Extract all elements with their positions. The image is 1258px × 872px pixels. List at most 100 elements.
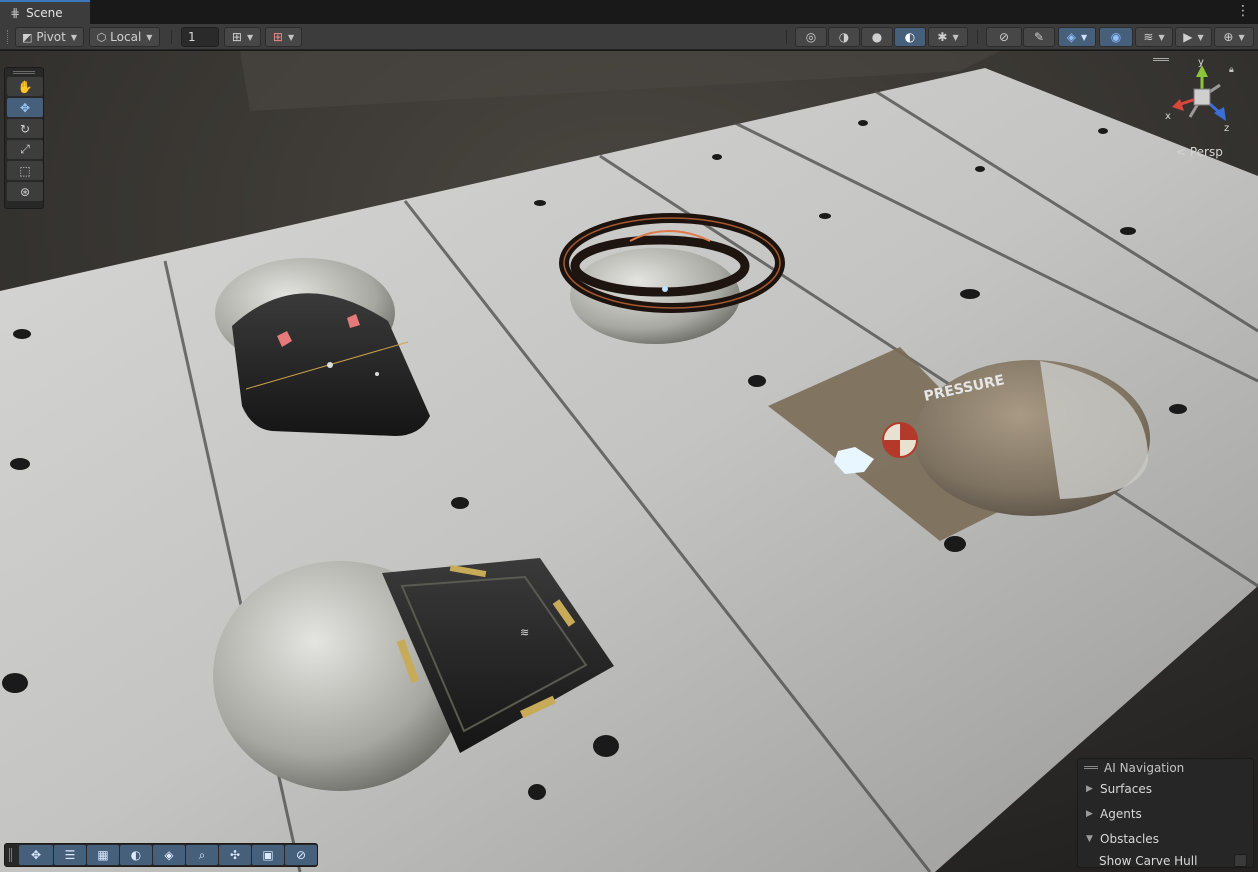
tab-scene[interactable]: ⋕ Scene — [0, 0, 90, 24]
lighting-toggle-button[interactable]: ✎ — [1023, 27, 1055, 47]
unlit-shading-button[interactable]: ● — [861, 27, 893, 47]
local-label: Local — [110, 30, 142, 44]
navmesh-grid-button[interactable]: ▦ — [87, 845, 119, 865]
show-carve-hull-checkbox[interactable] — [1234, 854, 1247, 867]
section-surfaces[interactable]: ▶ Surfaces — [1078, 776, 1253, 801]
tool-palette-grip[interactable] — [13, 71, 35, 74]
toolbar-separator — [171, 30, 172, 44]
effects-toggle-button[interactable]: ◈ ▼ — [1058, 27, 1096, 47]
shaded-wire-sphere-icon: ◑ — [838, 30, 850, 44]
chevron-down-icon: ▼ — [1158, 32, 1165, 42]
pivot-cross-icon: ✣ — [229, 848, 241, 862]
projection-toggle[interactable]: < Persp — [1176, 145, 1223, 159]
tab-strip: ⋕ Scene ⋮ — [0, 0, 1258, 24]
gizmos-dropdown[interactable]: ⊕ ▼ — [1214, 27, 1254, 47]
scene-render: PRESSURE ≋ — [0, 51, 1258, 872]
shaded-wireframe-button[interactable]: ◑ — [828, 27, 860, 47]
increment-snap-button[interactable]: ⊞ ▼ — [265, 27, 302, 47]
gizmo-x-label: x — [1165, 111, 1171, 122]
gizmo-y-label: y — [1198, 57, 1204, 68]
expand-arrow-icon: ▶ — [1086, 783, 1093, 794]
cube-icon: ⬡ — [96, 30, 107, 44]
wireframe-shading-button[interactable]: ◎ — [795, 27, 827, 47]
more-options-icon[interactable]: ⋮ — [1236, 3, 1250, 19]
compass-icon: ⊘ — [295, 848, 307, 862]
camera-settings-button[interactable]: ▶ ▼ — [1175, 27, 1212, 47]
hand-tool-button[interactable]: ✋ — [7, 77, 43, 96]
hand-icon: ✋ — [17, 79, 33, 94]
debug-draw-mode-button[interactable]: ✱ ▼ — [928, 27, 968, 47]
grid-snap-button[interactable]: ⊞ ▼ — [224, 27, 261, 47]
show-carve-hull-row: Show Carve Hull — [1078, 851, 1253, 870]
pivot-dropdown[interactable]: ◩ Pivot ▼ — [15, 27, 84, 47]
grid-size-field[interactable]: 1 — [181, 27, 219, 47]
svg-text:≋: ≋ — [520, 626, 529, 639]
scale-icon: ⤢ — [20, 142, 30, 156]
navmesh-compass-button[interactable]: ⊘ — [285, 845, 317, 865]
navmesh-shading-button[interactable]: ◐ — [120, 845, 152, 865]
overlay-toolbar: ✥ ☰ ▦ ◐ ◈ ⌕ ✣ ▣ ⊘ — [4, 843, 318, 867]
local-dropdown[interactable]: ⬡ Local ▼ — [89, 27, 160, 47]
chevron-down-icon: ▼ — [1081, 32, 1088, 42]
gizmo-z-label: z — [1224, 123, 1229, 134]
navmesh-settings-button[interactable]: ☰ — [54, 845, 86, 865]
layers-dropdown[interactable]: ≋ ▼ — [1135, 27, 1173, 47]
wireframe-sphere-icon: ◎ — [805, 30, 817, 44]
tool-palette: ✋ ✥ ↻ ⤢ ⬚ ⊛ — [4, 67, 44, 209]
rotate-icon: ↻ — [19, 121, 31, 136]
navmesh-pivot-button[interactable]: ✣ — [219, 845, 251, 865]
chevron-down-icon: ▼ — [246, 32, 254, 42]
half-moon-icon: ◐ — [130, 848, 142, 862]
ai-navigation-panel: AI Navigation ▶ Surfaces ▶ Agents ▼ Obst… — [1077, 758, 1254, 868]
camera-icon: ▶ — [1183, 30, 1193, 44]
panel-grip-icon — [1084, 766, 1098, 769]
scene-viewport[interactable]: PRESSURE ≋ ✋ ✥ ↻ ⤢ ⬚ ⊛ 🔒︎ y x z < Persp — [0, 51, 1258, 872]
navmesh-move-button[interactable]: ✥ — [19, 845, 53, 865]
lit-shading-button[interactable]: ◐ — [894, 27, 926, 47]
move-arrows-icon: ✥ — [30, 848, 42, 862]
scene-toolbar: ◩ Pivot ▼ ⬡ Local ▼ 1 ⊞ ▼ ⊞ ▼ ◎ ◑ ● ◐ ✱ … — [0, 24, 1258, 50]
transform-icon: ⊛ — [19, 184, 31, 199]
move-arrows-icon: ✥ — [19, 100, 31, 115]
navmesh-search-button[interactable]: ⌕ — [186, 845, 218, 865]
light-off-icon: ✎ — [1033, 30, 1045, 44]
show-carve-hull-label: Show Carve Hull — [1099, 853, 1198, 868]
increment-snap-icon: ⊞ — [272, 30, 283, 44]
overlay-toolbar-grip[interactable] — [9, 848, 12, 862]
scale-tool-button[interactable]: ⤢ — [7, 140, 43, 159]
2d-toggle-button[interactable]: ⊘ — [986, 27, 1022, 47]
layers-icon: ◈ — [164, 848, 174, 862]
expand-arrow-icon: ▶ — [1086, 808, 1093, 819]
ai-navigation-title: AI Navigation — [1104, 760, 1185, 775]
navmesh-camera-button[interactable]: ▣ — [252, 845, 284, 865]
transform-tool-button[interactable]: ⊛ — [7, 182, 43, 201]
scene-visibility-button[interactable]: ◉ — [1099, 27, 1133, 47]
rect-tool-button[interactable]: ⬚ — [7, 161, 43, 180]
ai-navigation-header[interactable]: AI Navigation — [1078, 759, 1253, 776]
section-obstacles-label: Obstacles — [1100, 831, 1159, 846]
chevron-down-icon: ▼ — [287, 32, 295, 42]
eye-icon: ◉ — [1110, 30, 1122, 44]
tab-scene-label: Scene — [26, 6, 63, 20]
toolbar-separator — [977, 30, 978, 44]
pivot-label: Pivot — [36, 30, 66, 44]
sliders-icon: ☰ — [64, 848, 76, 862]
grid-snap-icon: ⊞ — [231, 30, 242, 44]
toolbar-separator — [786, 30, 787, 44]
collapse-arrow-icon: ▼ — [1086, 833, 1093, 844]
chevron-down-icon: ▼ — [146, 32, 153, 42]
rotate-tool-button[interactable]: ↻ — [7, 119, 43, 138]
navmesh-layers-button[interactable]: ◈ — [153, 845, 185, 865]
chevron-down-icon: ▼ — [1238, 32, 1245, 42]
move-tool-button[interactable]: ✥ — [7, 98, 43, 117]
section-obstacles[interactable]: ▼ Obstacles — [1078, 826, 1253, 851]
grid-hatch-icon: ▦ — [97, 848, 109, 862]
section-agents[interactable]: ▶ Agents — [1078, 801, 1253, 826]
bug-icon: ✱ — [937, 30, 948, 44]
toolbar-grip[interactable] — [7, 30, 9, 44]
stack-icon: ≋ — [1143, 30, 1154, 44]
rect-transform-icon: ⬚ — [19, 163, 31, 178]
solid-sphere-icon: ● — [871, 30, 883, 44]
chevron-down-icon: ▼ — [952, 32, 959, 42]
chevron-down-icon: ▼ — [70, 32, 78, 42]
